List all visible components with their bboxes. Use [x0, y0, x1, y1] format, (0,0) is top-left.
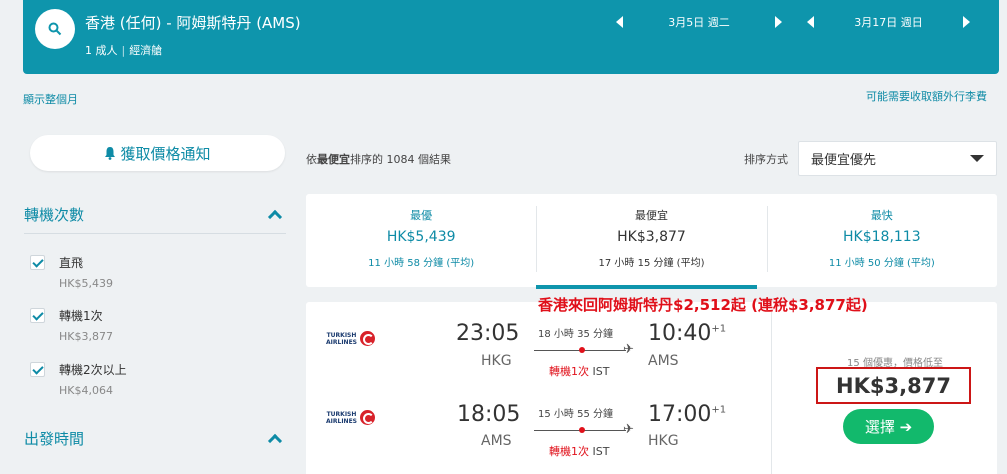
baggage-fee-link[interactable]: 可能需要收取額外行李費: [866, 88, 987, 104]
search-button[interactable]: [35, 9, 75, 49]
stop-dot: [579, 427, 585, 433]
tab-best-duration: 11 小時 58 分鐘 (平均): [368, 258, 475, 269]
stops-filter-header[interactable]: 轉機次數: [24, 204, 286, 234]
next-day-indicator: +1: [711, 323, 727, 335]
airline-name-line2: AIRLINES: [326, 417, 357, 425]
one-stop-label: 轉機1次: [59, 309, 103, 323]
tab-fastest-duration: 11 小時 50 分鐘 (平均): [828, 258, 935, 269]
chevron-down-icon: [970, 155, 984, 162]
stops-filter-title: 轉機次數: [24, 206, 85, 224]
turkish-airlines-icon: [360, 410, 375, 425]
stop-info: 轉機1次 IST: [549, 363, 609, 379]
return-leg: TURKISH AIRLINES 18:05 AMS 15 小時 55 分鐘 ✈ …: [306, 381, 771, 458]
result-count: 依最便宜排序的 1084 個結果: [306, 151, 451, 167]
filter-two-plus-stops[interactable]: 轉機2次以上 HK$4,064: [30, 361, 127, 397]
arrival-time-value: 17:00: [648, 402, 712, 427]
flight-duration: 18 小時 35 分鐘: [538, 329, 613, 340]
arrival-time: 17:00+1: [648, 402, 726, 427]
tab-fastest[interactable]: 最快 HK$18,113 11 小時 50 分鐘 (平均): [766, 194, 997, 287]
arrival-airport: HKG: [648, 433, 679, 449]
tab-cheapest[interactable]: 最便宜 HK$3,877 17 小時 15 分鐘 (平均): [536, 194, 766, 289]
turkish-airlines-icon: [360, 331, 375, 346]
cabin-class: 經濟艙: [129, 44, 163, 57]
airline-logo: TURKISH AIRLINES: [326, 331, 375, 346]
stop-dot: [579, 347, 585, 353]
tab-fastest-title: 最快: [870, 209, 893, 222]
one-stop-checkbox[interactable]: [30, 308, 45, 323]
airline-name-line1: TURKISH: [326, 331, 357, 339]
next-depart-date-icon[interactable]: [775, 16, 782, 28]
divider: |: [121, 44, 126, 57]
departure-time: 23:05: [456, 321, 520, 346]
search-header: 香港 (任何) - 阿姆斯特丹 (AMS) 1 成人 | 經濟艙 3月5日 週二 3…: [23, 0, 999, 74]
plane-icon: ✈: [623, 342, 634, 357]
sort-label: 排序方式: [744, 153, 788, 166]
return-date[interactable]: 3月17日 週日: [814, 14, 963, 30]
filter-one-stop[interactable]: 轉機1次 HK$3,877: [30, 307, 113, 343]
departure-time-filter-header[interactable]: 出發時間: [24, 428, 286, 457]
stop-airport: IST: [592, 445, 610, 458]
bell-icon: [105, 147, 116, 160]
nonstop-checkbox[interactable]: [30, 255, 45, 270]
two-plus-stops-price: HK$4,064: [59, 384, 113, 397]
airline-name-line2: AIRLINES: [326, 338, 357, 346]
tab-cheapest-price: HK$3,877: [617, 229, 686, 245]
tab-fastest-price: HK$18,113: [843, 229, 921, 245]
promo-banner: 香港來回阿姆斯特丹$2,512起 (連稅$3,877起): [538, 296, 868, 314]
price-alert-label: 獲取價格通知: [120, 144, 211, 163]
show-full-month-link[interactable]: 顯示整個月: [23, 91, 78, 107]
prev-depart-date-icon[interactable]: [616, 16, 623, 28]
stop-info: 轉機1次 IST: [549, 443, 609, 459]
one-stop-price: HK$3,877: [59, 330, 113, 343]
price-value: HK$3,877: [816, 367, 971, 404]
tab-best-price: HK$5,439: [386, 229, 456, 245]
next-day-indicator: +1: [711, 404, 727, 416]
arrival-time: 10:40+1: [648, 321, 726, 346]
airline-name-line1: TURKISH: [326, 410, 357, 418]
two-plus-stops-checkbox[interactable]: [30, 362, 45, 377]
tab-best[interactable]: 最優 HK$5,439 11 小時 58 分鐘 (平均): [306, 194, 536, 287]
flight-duration: 15 小時 55 分鐘: [538, 409, 613, 420]
depart-date[interactable]: 3月5日 週二: [623, 14, 775, 30]
price-panel: 15 個優惠，價格低至 HK$3,877 選擇 ➔: [771, 312, 997, 474]
sort-value: 最便宜優先: [811, 153, 877, 168]
result-count-suffix: 排序的 1084 個結果: [350, 153, 451, 166]
nonstop-label: 直飛: [59, 256, 84, 270]
sort-tabs: 最優 HK$5,439 11 小時 58 分鐘 (平均) 最便宜 HK$3,87…: [306, 194, 997, 289]
two-plus-stops-label: 轉機2次以上: [59, 363, 127, 377]
airline-logo: TURKISH AIRLINES: [326, 410, 375, 425]
return-date-picker[interactable]: 3月17日 週日: [807, 14, 970, 30]
arrival-airport: AMS: [648, 353, 679, 369]
tab-cheapest-duration: 17 小時 15 分鐘 (平均): [598, 258, 705, 269]
collapse-stops-icon[interactable]: [267, 209, 283, 225]
route-title[interactable]: 香港 (任何) - 阿姆斯特丹 (AMS): [85, 12, 301, 33]
tab-best-title: 最優: [410, 209, 433, 222]
result-count-sort: 最便宜: [317, 153, 350, 166]
collapse-departure-time-icon[interactable]: [267, 433, 283, 449]
tab-cheapest-title: 最便宜: [634, 209, 668, 222]
plane-icon: ✈: [623, 422, 634, 437]
price-alert-button[interactable]: 獲取價格通知: [30, 135, 285, 171]
departure-airport: HKG: [481, 353, 512, 369]
stop-airport: IST: [592, 365, 610, 378]
passenger-count: 1 成人: [85, 44, 118, 57]
next-return-date-icon[interactable]: [963, 16, 970, 28]
prev-return-date-icon[interactable]: [807, 16, 814, 28]
arrival-time-value: 10:40: [648, 321, 712, 346]
departure-airport: AMS: [481, 433, 512, 449]
passenger-cabin[interactable]: 1 成人 | 經濟艙: [85, 42, 162, 58]
departure-time: 18:05: [457, 402, 521, 427]
nonstop-price: HK$5,439: [59, 277, 113, 290]
departure-time-filter-title: 出發時間: [24, 430, 85, 448]
filter-nonstop[interactable]: 直飛 HK$5,439: [30, 254, 113, 290]
result-count-prefix: 依: [306, 153, 317, 166]
sort-select[interactable]: 最便宜優先: [798, 141, 997, 176]
select-button[interactable]: 選擇 ➔: [843, 409, 934, 444]
stop-count: 轉機1次: [549, 365, 589, 378]
flight-result-card[interactable]: TURKISH AIRLINES 23:05 HKG 18 小時 35 分鐘 ✈ …: [306, 302, 997, 474]
depart-date-picker[interactable]: 3月5日 週二: [616, 14, 782, 30]
search-icon: [48, 22, 62, 36]
stop-count: 轉機1次: [549, 445, 589, 458]
